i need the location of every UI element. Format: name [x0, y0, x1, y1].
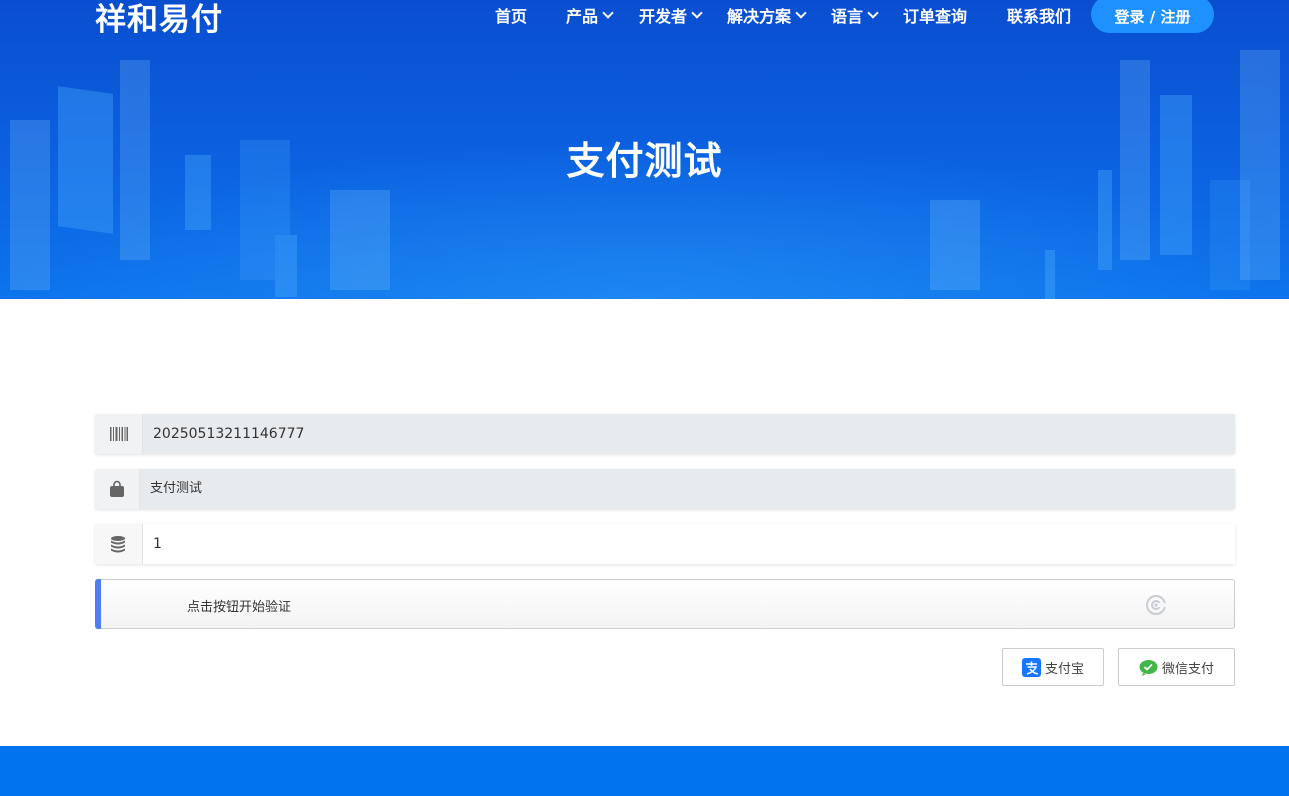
nav-item-order-query[interactable]: 订单查询 [903, 4, 967, 26]
coins-icon [95, 524, 143, 564]
chevron-down-icon [602, 6, 614, 19]
alipay-label: 支付宝 [1044, 661, 1084, 677]
nav-item-developers[interactable]: 开发者 [639, 4, 703, 26]
footer-band [0, 746, 1289, 796]
nav-item-contact[interactable]: 联系我们 [1007, 4, 1071, 26]
nav-item-solutions[interactable]: 解决方案 [727, 4, 807, 26]
page-title: 支付测试 [566, 139, 723, 183]
alipay-button[interactable]: 支付宝 [1002, 648, 1104, 686]
captcha-accent-bar [95, 579, 101, 629]
chevron-down-icon [691, 6, 703, 19]
captcha-refresh-icon [1145, 594, 1167, 620]
nav-item-products[interactable]: 产品 [566, 4, 614, 26]
hero-banner: 祥和易付 首页 产品 开发者 解决方案 语言 订单查询 联系我们 登录 / 注册… [0, 0, 1289, 299]
brand-logo[interactable]: 祥和易付 [95, 0, 223, 39]
amount-input[interactable]: 1 [143, 524, 1235, 564]
captcha-verify-button[interactable]: 点击按钮开始验证 [95, 579, 1235, 629]
amount-field[interactable]: 1 [95, 524, 1235, 564]
barcode-icon [95, 414, 143, 454]
wechat-pay-button[interactable]: 微信支付 [1118, 648, 1235, 686]
wechat-pay-label: 微信支付 [1161, 661, 1214, 677]
captcha-prompt: 点击按钮开始验证 [187, 600, 292, 615]
order-number-value[interactable]: 20250513211146777 [143, 414, 1235, 454]
order-number-field[interactable]: 20250513211146777 [95, 414, 1235, 454]
wechat-icon [1139, 659, 1158, 676]
nav-item-home[interactable]: 首页 [495, 4, 527, 26]
login-register-button[interactable]: 登录 / 注册 [1091, 0, 1214, 33]
product-name-value[interactable]: 支付测试 [140, 469, 1235, 509]
product-name-field[interactable]: 支付测试 [95, 469, 1235, 509]
chevron-down-icon [795, 6, 807, 19]
alipay-icon [1021, 657, 1041, 677]
shopping-bag-icon [95, 469, 140, 509]
nav-item-language[interactable]: 语言 [831, 4, 879, 26]
chevron-down-icon [867, 6, 879, 19]
